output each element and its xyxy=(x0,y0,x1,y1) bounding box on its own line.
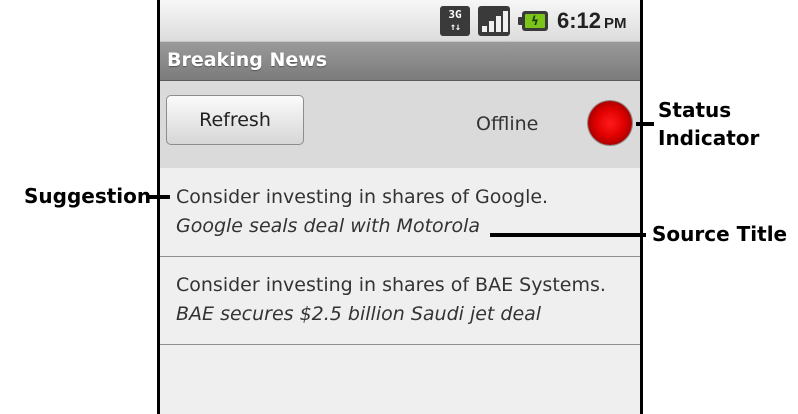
source-title-callout-label: Source Title xyxy=(652,222,788,246)
suggestion-callout-label: Suggestion xyxy=(24,184,152,208)
source-title-text: BAE secures $2.5 billion Saudi jet deal xyxy=(176,303,542,325)
status-indicator-callout-label: Status Indicator xyxy=(658,96,759,152)
status-indicator-callout-line xyxy=(636,122,654,126)
3g-data-icon: 3G ↑↓ xyxy=(440,6,470,36)
clock-ampm: PM xyxy=(604,15,627,32)
refresh-button[interactable]: Refresh xyxy=(166,95,304,145)
app-title: Breaking News xyxy=(167,49,328,71)
suggestion-callout-line xyxy=(146,195,170,199)
status-bar: 3G ↑↓ ϟ 6:12 PM xyxy=(160,0,640,42)
status-indicator-icon xyxy=(588,101,632,145)
status-callout-line2: Indicator xyxy=(658,126,760,150)
suggestion-text: Consider investing in shares of BAE Syst… xyxy=(176,274,606,296)
toolbar: Refresh Offline xyxy=(160,81,640,168)
phone-screen: 3G ↑↓ ϟ 6:12 PM Breaking News Refresh Of… xyxy=(160,0,640,414)
phone-frame: 3G ↑↓ ϟ 6:12 PM Breaking News Refresh Of… xyxy=(157,0,643,414)
list-item[interactable]: Consider investing in shares of BAE Syst… xyxy=(160,257,640,345)
app-title-bar: Breaking News xyxy=(160,42,640,81)
suggestion-text: Consider investing in shares of Google. xyxy=(176,186,549,208)
source-title-text: Google seals deal with Motorola xyxy=(176,215,480,237)
network-badge: 3G xyxy=(448,8,462,21)
battery-charging-icon: ϟ xyxy=(518,11,548,31)
signal-strength-icon xyxy=(478,6,510,36)
status-callout-line1: Status xyxy=(658,98,732,122)
clock-time: 6:12 xyxy=(557,8,602,33)
connection-status-text: Offline xyxy=(476,113,539,135)
source-title-callout-line xyxy=(490,233,646,237)
list-item[interactable]: Consider investing in shares of Google. … xyxy=(160,169,640,257)
news-list: Consider investing in shares of Google. … xyxy=(160,169,640,345)
status-clock: 6:12 PM xyxy=(557,8,627,34)
